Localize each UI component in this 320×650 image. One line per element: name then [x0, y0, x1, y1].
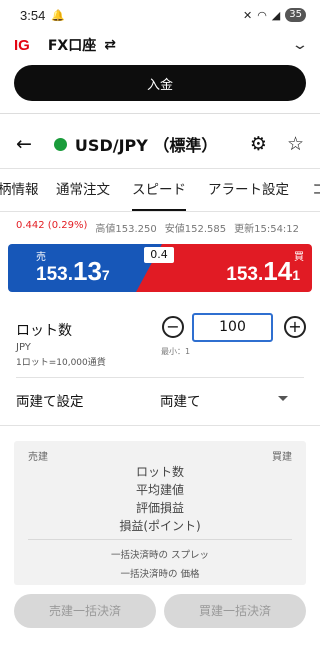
instrument-header: ← USD/JPY （標準） ⚙ ☆ [0, 126, 320, 162]
lot-size-row: ロット数 JPY 1ロット=10,000通貨 − 100 + 最小：1 [16, 312, 310, 372]
bulk-spread-note: 一括決済時の スプレッ [110, 550, 210, 561]
price-change: 0.442 (0.29%) [16, 220, 88, 231]
divider [16, 377, 304, 378]
dropdown-caret-icon[interactable] [278, 396, 288, 401]
summary-row-lots: ロット数 [135, 465, 184, 479]
updated-stat: 更新15:54:12 [234, 224, 300, 235]
status-icons: ✕ ◠ ◢ 35 [243, 8, 306, 22]
battery-icon: 35 [285, 8, 306, 22]
app-bar: IG FX口座 ⇄ ⌄ [0, 30, 320, 60]
chevron-down-icon[interactable]: ⌄ [291, 37, 309, 53]
summary-row-pnl: 評価損益 [135, 501, 184, 515]
signal-icon: ◢ [271, 8, 281, 22]
gear-icon[interactable]: ⚙ [250, 133, 267, 155]
lot-quantity-input[interactable]: 100 [192, 313, 273, 342]
back-arrow-icon[interactable]: ← [16, 133, 32, 155]
clock: 3:54 [20, 7, 46, 23]
tab-bar: 柄情報 通常注文 スピード アラート設定 コ [0, 168, 320, 212]
switch-account-icon[interactable]: ⇄ [104, 37, 116, 53]
high-stat: 高値153.250 [95, 224, 157, 235]
price-stats: 0.442 (0.29%) 高値153.250 安値152.585 更新15:5… [16, 220, 316, 235]
tab-more[interactable]: コ [312, 169, 320, 211]
deposit-button[interactable]: 入金 [14, 65, 306, 101]
hedge-setting-row[interactable]: 両建て設定 両建て [16, 384, 304, 416]
account-selector[interactable]: FX口座 [48, 35, 96, 55]
tab-speed[interactable]: スピード [132, 169, 186, 211]
mute-icon: ✕ [242, 8, 253, 22]
divider [0, 113, 320, 114]
star-icon[interactable]: ☆ [287, 133, 304, 155]
instrument-name: USD/JPY （標準） [74, 136, 218, 155]
status-bar: 3:54 🔔 ✕ ◠ ◢ 35 [0, 0, 320, 30]
summary-row-pnl-points: 損益(ポイント) [119, 519, 201, 533]
buy-position-header: 買建 [272, 452, 292, 463]
close-all-sell-button[interactable]: 売建一括決済 [14, 594, 156, 628]
notification-bell-icon: 🔔 [51, 8, 66, 22]
low-stat: 安値152.585 [164, 224, 227, 235]
decrease-lot-button[interactable]: − [162, 316, 184, 338]
spread-badge: 0.4 [144, 247, 174, 263]
wifi-icon: ◠ [257, 8, 267, 22]
position-summary: 売建 買建 ロット数 平均建値 評価損益 損益(ポイント) 一括決済時の スプレ… [14, 441, 306, 585]
increase-lot-button[interactable]: + [284, 316, 306, 338]
market-open-indicator [53, 137, 67, 151]
lot-currency: JPY [16, 342, 31, 353]
sell-position-header: 売建 [28, 452, 48, 463]
tab-instrument-info[interactable]: 柄情報 [0, 169, 39, 211]
bulk-price-note: 一括決済時の 価格 [120, 569, 200, 580]
close-all-buy-button[interactable]: 買建一括決済 [164, 594, 306, 628]
ig-logo: IG [14, 36, 30, 54]
divider [0, 425, 320, 426]
tab-alert-settings[interactable]: アラート設定 [208, 169, 289, 211]
hedge-select[interactable]: 両建て [160, 390, 201, 410]
hedge-label: 両建て設定 [16, 394, 84, 410]
summary-row-avg-price: 平均建値 [135, 483, 184, 497]
lot-label: ロット数 [16, 323, 72, 339]
buy-quote[interactable]: 153.141 [226, 258, 300, 286]
divider [28, 539, 292, 540]
speed-price-panel: 売 買 153.137 153.141 0.4 [8, 244, 312, 292]
lot-minimum: 最小：1 [161, 347, 191, 356]
tab-standard-order[interactable]: 通常注文 [56, 169, 110, 211]
lot-unit-note: 1ロット=10,000通貨 [16, 358, 106, 368]
sell-quote[interactable]: 153.137 [36, 258, 110, 286]
